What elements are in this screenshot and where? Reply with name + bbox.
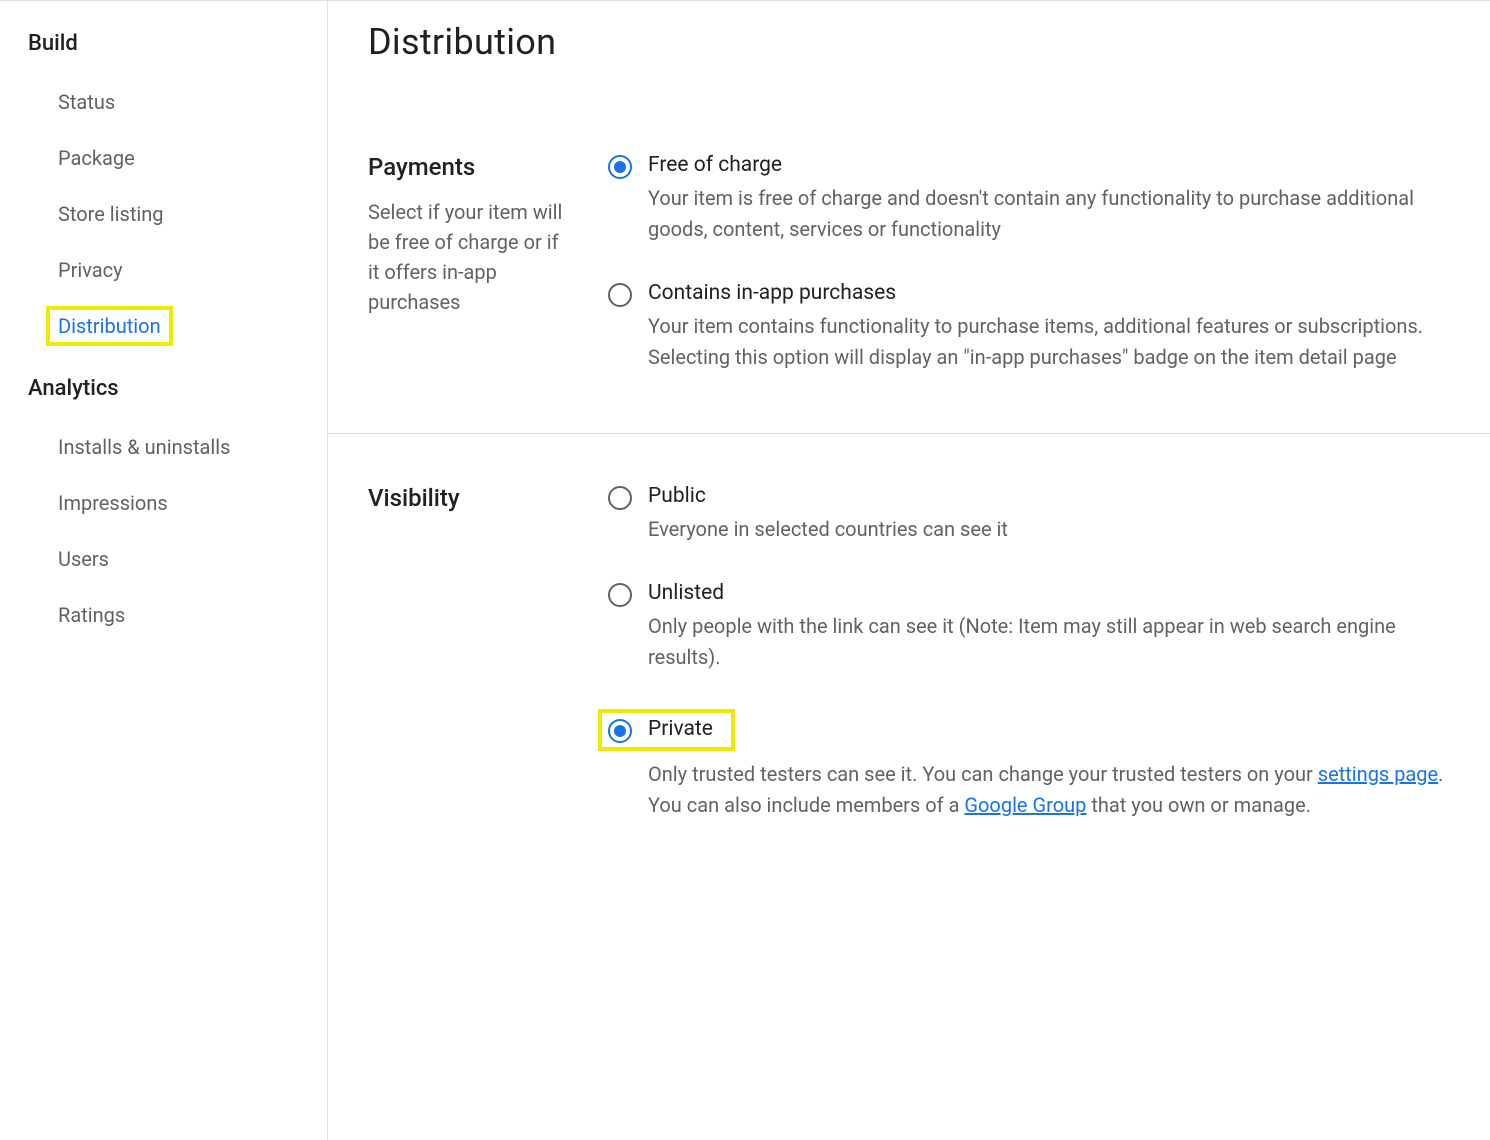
radio-iap-description: Your item contains functionality to purc… bbox=[648, 311, 1450, 373]
radio-private-description: Only trusted testers can see it. You can… bbox=[648, 759, 1450, 821]
main-content: Distribution Payments Select if your ite… bbox=[328, 1, 1490, 1140]
sidebar-header-analytics: Analytics bbox=[0, 366, 327, 419]
radio-unlisted[interactable] bbox=[608, 583, 632, 607]
radio-iap-label: Contains in-app purchases bbox=[648, 281, 1450, 305]
sidebar-section-analytics: Analytics Installs & uninstalls Impressi… bbox=[0, 366, 327, 643]
sidebar-item-package[interactable]: Package bbox=[0, 130, 165, 186]
radio-public-description: Everyone in selected countries can see i… bbox=[648, 514, 1450, 545]
private-desc-prefix: Only trusted testers can see it. You can… bbox=[648, 762, 1318, 786]
sidebar-item-status[interactable]: Status bbox=[0, 74, 145, 130]
google-group-link[interactable]: Google Group bbox=[964, 793, 1086, 817]
radio-public-content: Public Everyone in selected countries ca… bbox=[648, 484, 1450, 545]
settings-page-link[interactable]: settings page bbox=[1318, 762, 1438, 786]
sidebar-item-distribution-highlight: Distribution bbox=[46, 306, 173, 346]
section-visibility-right: Public Everyone in selected countries ca… bbox=[608, 484, 1450, 821]
section-payments: Payments Select if your item will be fre… bbox=[328, 153, 1490, 434]
sidebar: Build Status Package Store listing Priva… bbox=[0, 1, 328, 1140]
section-visibility: Visibility Public Everyone in selected c… bbox=[368, 484, 1450, 881]
visibility-title: Visibility bbox=[368, 484, 568, 512]
private-desc-line2-suffix: that you own or manage. bbox=[1086, 793, 1311, 817]
section-payments-left: Payments Select if your item will be fre… bbox=[368, 153, 568, 373]
radio-iap[interactable] bbox=[608, 283, 632, 307]
radio-option-public: Public Everyone in selected countries ca… bbox=[608, 484, 1450, 545]
radio-private-highlight: Private bbox=[598, 709, 735, 751]
radio-public-label: Public bbox=[648, 484, 1450, 508]
radio-private[interactable] bbox=[608, 719, 632, 743]
radio-public[interactable] bbox=[608, 486, 632, 510]
sidebar-header-build: Build bbox=[0, 21, 327, 74]
section-payments-right: Free of charge Your item is free of char… bbox=[608, 153, 1450, 373]
radio-unlisted-label: Unlisted bbox=[648, 581, 1450, 605]
sidebar-item-distribution[interactable]: Distribution bbox=[58, 314, 161, 338]
private-desc-line2-prefix: You can also include members of a bbox=[648, 793, 964, 817]
sidebar-item-privacy[interactable]: Privacy bbox=[0, 242, 153, 298]
radio-free-description: Your item is free of charge and doesn't … bbox=[648, 183, 1450, 245]
sidebar-item-store-listing[interactable]: Store listing bbox=[0, 186, 194, 242]
section-visibility-left: Visibility bbox=[368, 484, 568, 821]
radio-option-free: Free of charge Your item is free of char… bbox=[608, 153, 1450, 245]
sidebar-item-ratings[interactable]: Ratings bbox=[0, 587, 155, 643]
radio-option-private: Private Only trusted testers can see it.… bbox=[608, 709, 1450, 821]
radio-unlisted-description: Only people with the link can see it (No… bbox=[648, 611, 1450, 673]
private-desc-after1: . bbox=[1438, 762, 1443, 786]
radio-unlisted-content: Unlisted Only people with the link can s… bbox=[648, 581, 1450, 673]
sidebar-item-users[interactable]: Users bbox=[0, 531, 139, 587]
radio-option-iap: Contains in-app purchases Your item cont… bbox=[608, 281, 1450, 373]
page-title: Distribution bbox=[368, 21, 1450, 63]
sidebar-item-impressions[interactable]: Impressions bbox=[0, 475, 198, 531]
sidebar-item-installs[interactable]: Installs & uninstalls bbox=[0, 419, 260, 475]
radio-free[interactable] bbox=[608, 155, 632, 179]
radio-iap-content: Contains in-app purchases Your item cont… bbox=[648, 281, 1450, 373]
radio-free-content: Free of charge Your item is free of char… bbox=[648, 153, 1450, 245]
radio-free-label: Free of charge bbox=[648, 153, 1450, 177]
payments-title: Payments bbox=[368, 153, 568, 181]
payments-subtitle: Select if your item will be free of char… bbox=[368, 197, 568, 317]
radio-private-label: Private bbox=[648, 717, 713, 741]
radio-private-content: Only trusted testers can see it. You can… bbox=[648, 759, 1450, 821]
radio-option-unlisted: Unlisted Only people with the link can s… bbox=[608, 581, 1450, 673]
sidebar-section-build: Build Status Package Store listing Priva… bbox=[0, 21, 327, 354]
